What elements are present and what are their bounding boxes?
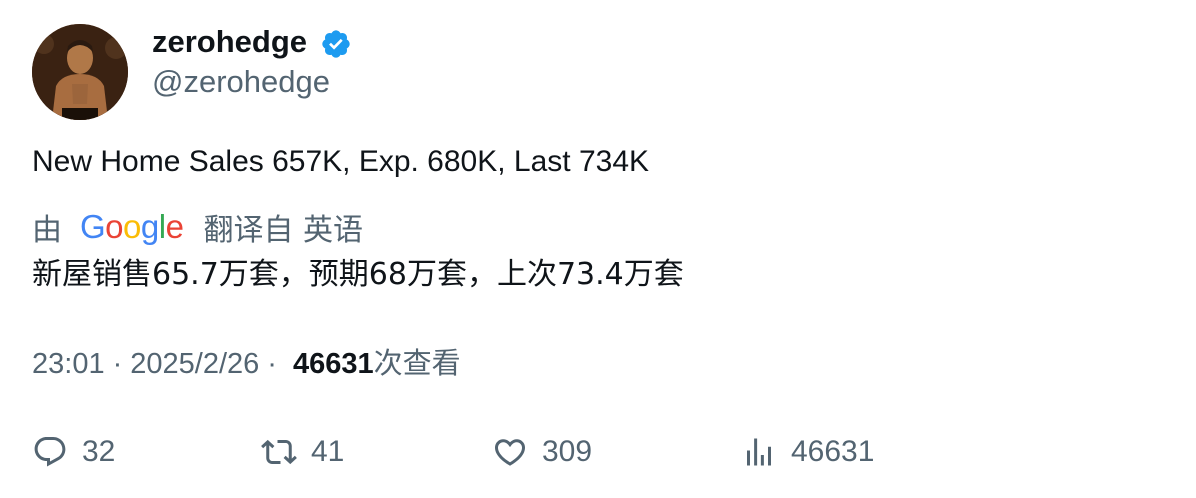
translation-prefix: 由 xyxy=(32,213,62,248)
meta-separator: · xyxy=(267,348,277,380)
translated-text: 新屋销售65.7万套，预期68万套，上次73.4万套 xyxy=(32,257,684,292)
heart-icon xyxy=(494,439,526,466)
avatar[interactable] xyxy=(32,24,128,120)
display-name[interactable]: zerohedge xyxy=(152,22,307,62)
tweet-meta: 23:01 · 2025/2/26 · 46631 次查看 xyxy=(32,343,461,384)
google-logo[interactable]: Google xyxy=(80,208,184,246)
reply-button[interactable]: 32 xyxy=(32,430,115,474)
reply-icon xyxy=(34,437,66,467)
like-count: 309 xyxy=(542,435,593,468)
views-label: 次查看 xyxy=(373,346,461,380)
views-action-count: 46631 xyxy=(791,435,875,468)
tweet-date[interactable]: 2025/2/26 xyxy=(130,344,259,384)
avatar-image xyxy=(32,24,128,120)
views-count: 46631 xyxy=(292,348,374,380)
action-bar: 32 41 309 46631 xyxy=(0,430,1196,474)
tweet-text: New Home Sales 657K, Exp. 680K, Last 734… xyxy=(32,145,650,178)
retweet-icon xyxy=(261,439,297,465)
retweet-button[interactable]: 41 xyxy=(261,430,344,474)
meta-separator: · xyxy=(112,348,123,380)
reply-count: 32 xyxy=(82,435,116,468)
tweet-time[interactable]: 23:01 xyxy=(32,344,105,384)
translation-attribution: 由 Google 翻译自 英语 xyxy=(32,207,363,248)
translation-source-label: 翻译自 英语 xyxy=(203,213,363,248)
tweet-card: zerohedge @zerohedge New Home Sales 657K… xyxy=(0,0,1196,498)
verified-badge-icon xyxy=(322,30,350,58)
views-button[interactable]: 46631 xyxy=(741,430,874,474)
handle[interactable]: @zerohedge xyxy=(152,62,330,102)
retweet-count: 41 xyxy=(311,435,345,468)
like-button[interactable]: 309 xyxy=(492,430,592,474)
analytics-icon xyxy=(747,438,771,466)
